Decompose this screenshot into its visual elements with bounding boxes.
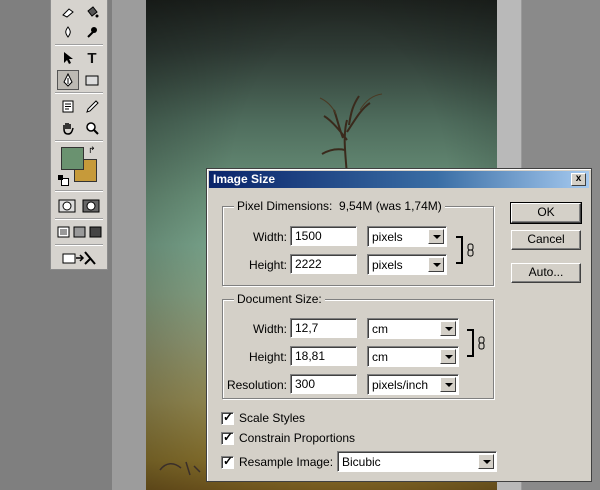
jump-to-icon[interactable] [59,248,99,268]
pixel-dimensions-group [222,206,494,286]
standard-mode-icon[interactable] [57,196,77,216]
paint-bucket-icon[interactable] [81,2,103,22]
default-colors-icon[interactable] [58,175,69,186]
pixel-height-unit-select[interactable]: pixels [367,254,447,275]
image-size-dialog: Image Size x Pixel Dimensions: 9,54M (wa… [206,168,592,482]
doc-link-bracket [467,329,474,357]
chevron-down-icon[interactable] [428,229,444,244]
checkbox-checked-icon[interactable] [221,430,234,445]
doc-width-input[interactable]: 12,7 [290,318,357,338]
pixel-link-bracket [456,236,463,264]
pixel-dimensions-summary: 9,54M (was 1,74M) [339,199,442,213]
pixel-width-label: Width: [252,230,287,244]
tools-palette: T ↱ [50,0,108,270]
chain-link-icon [467,243,474,257]
pixel-height-label: Height: [248,258,287,272]
screen-mode-full-menu-icon[interactable] [71,222,87,242]
hand-icon[interactable] [57,118,79,138]
screen-mode-full-icon[interactable] [87,222,103,242]
checkbox-checked-icon[interactable] [221,410,234,425]
scale-styles-checkbox[interactable]: Scale Styles [221,410,305,425]
pixel-dimensions-heading: Pixel Dimensions: 9,54M (was 1,74M) [234,199,445,213]
swap-colors-icon[interactable]: ↱ [88,145,96,156]
eyedropper-icon[interactable] [81,96,103,116]
doc-width-label: Width: [252,322,287,336]
chain-link-icon [478,336,485,350]
resample-method-select[interactable]: Bicubic [337,451,497,472]
ok-button[interactable]: OK [510,202,582,224]
resolution-unit-select[interactable]: pixels/inch [367,374,459,395]
path-select-icon[interactable] [57,48,79,68]
constrain-proportions-checkbox[interactable]: Constrain Proportions [221,430,355,445]
workspace-left [112,0,150,490]
type-icon[interactable]: T [81,48,103,68]
chevron-down-icon[interactable] [478,454,494,469]
dodge-icon[interactable] [81,22,103,42]
pen-icon[interactable] [57,70,79,90]
doc-height-label: Height: [248,350,287,364]
doc-width-unit-select[interactable]: cm [367,318,459,339]
doc-height-unit-select[interactable]: cm [367,346,459,367]
notes-icon[interactable] [57,96,79,116]
dialog-title: Image Size [213,172,276,186]
foreground-color-swatch[interactable] [61,147,84,170]
chevron-down-icon[interactable] [428,257,444,272]
chevron-down-icon[interactable] [440,349,456,364]
dialog-titlebar[interactable]: Image Size x [209,171,589,188]
eraser-icon[interactable] [57,2,79,22]
resolution-label: Resolution: [226,378,287,392]
auto-button[interactable]: Auto... [511,263,581,283]
chevron-down-icon[interactable] [440,377,456,392]
zoom-icon[interactable] [81,118,103,138]
resolution-input[interactable]: 300 [290,374,357,394]
cancel-button[interactable]: Cancel [511,230,581,250]
chevron-down-icon[interactable] [440,321,456,336]
screen-mode-standard-icon[interactable] [55,222,71,242]
quick-mask-icon[interactable] [81,196,101,216]
pixel-width-unit-select[interactable]: pixels [367,226,447,247]
close-icon[interactable]: x [571,173,586,186]
pixel-height-input[interactable]: 2222 [290,254,357,274]
blur-icon[interactable] [57,22,79,42]
doc-height-input[interactable]: 18,81 [290,346,357,366]
pixel-width-input[interactable]: 1500 [290,226,357,246]
resample-image-checkbox[interactable]: Resample Image: [221,454,333,469]
checkbox-checked-icon[interactable] [221,454,234,469]
rectangle-icon[interactable] [81,70,103,90]
document-size-heading: Document Size: [234,292,325,306]
